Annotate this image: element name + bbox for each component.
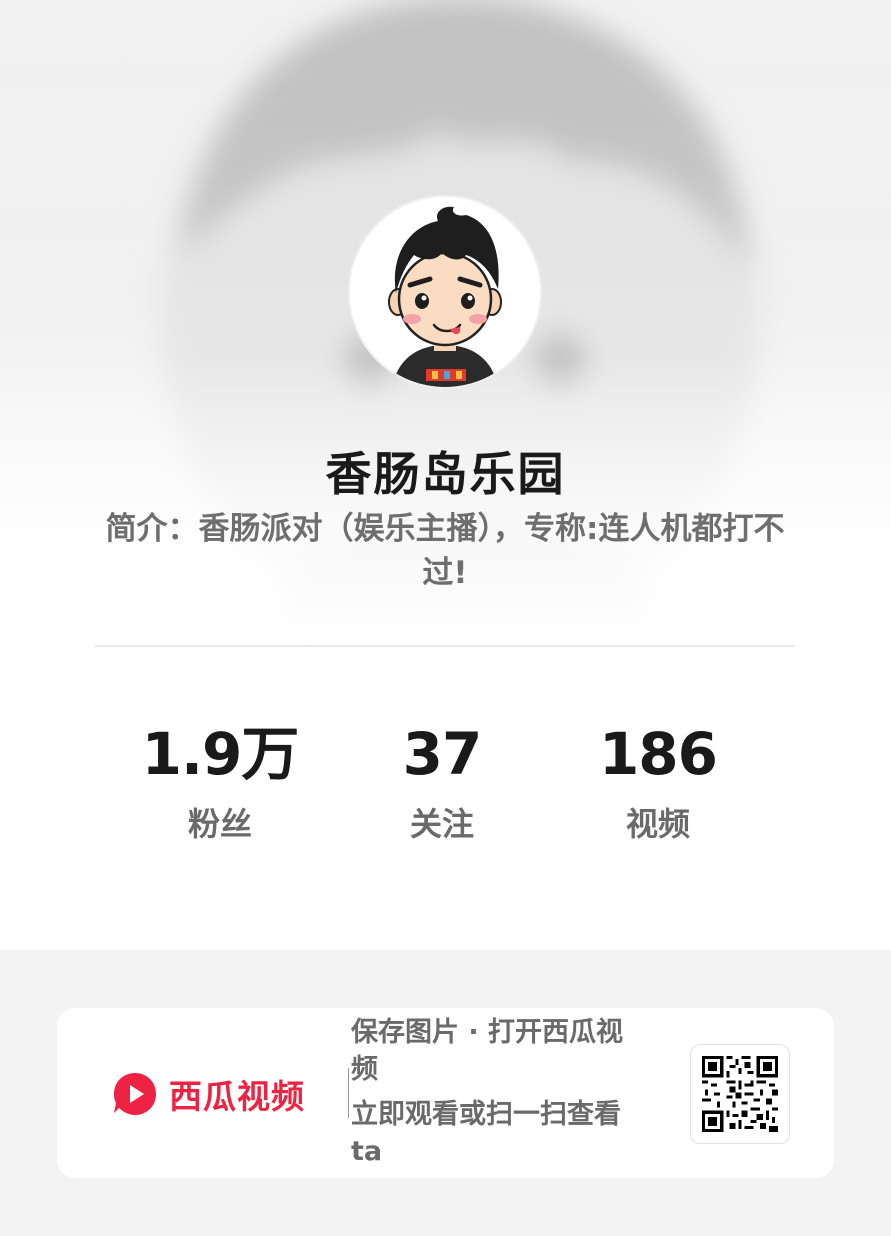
share-line-save: 保存图片 · 打开西瓜视频 [351, 1017, 624, 1085]
divider [95, 645, 795, 647]
qr-code-icon [702, 1056, 778, 1132]
text-cursor [348, 1068, 349, 1118]
qr-code[interactable] [690, 1044, 790, 1144]
stat-videos-value: 186 [598, 720, 718, 788]
share-footer: 西瓜视频 保存图片 · 打开西瓜视频 立即观看或扫一扫查看ta [0, 950, 891, 1236]
stat-fans[interactable]: 1.9万 粉丝 [110, 720, 330, 844]
stat-following[interactable]: 37 关注 [332, 720, 552, 844]
avatar[interactable] [350, 197, 540, 387]
stat-following-label: 关注 [409, 805, 474, 843]
profile-name: 香肠岛乐园 [325, 447, 566, 501]
share-line-scan: 立即观看或扫一扫查看ta [351, 1099, 621, 1167]
stat-following-value: 37 [402, 720, 483, 788]
brand-name: 西瓜视频 [169, 1077, 305, 1116]
brand-logo: 西瓜视频 [111, 1070, 305, 1118]
stat-fans-value: 1.9万 [141, 720, 300, 788]
cartoon-boy-avatar-icon [350, 197, 540, 387]
share-card: 西瓜视频 保存图片 · 打开西瓜视频 立即观看或扫一扫查看ta [57, 1008, 834, 1178]
stat-videos-label: 视频 [625, 805, 690, 843]
profile-header: 香肠岛乐园 简介：香肠派对（娱乐主播），专称:连人机都打不过! [0, 0, 891, 648]
share-instructions: 保存图片 · 打开西瓜视频 立即观看或扫一扫查看ta [351, 1014, 641, 1170]
profile-bio: 简介：香肠派对（娱乐主播），专称:连人机都打不过! [105, 511, 785, 591]
stat-videos[interactable]: 186 视频 [548, 720, 768, 844]
stat-fans-label: 粉丝 [187, 805, 252, 843]
xigua-video-logo-icon [114, 1073, 156, 1115]
